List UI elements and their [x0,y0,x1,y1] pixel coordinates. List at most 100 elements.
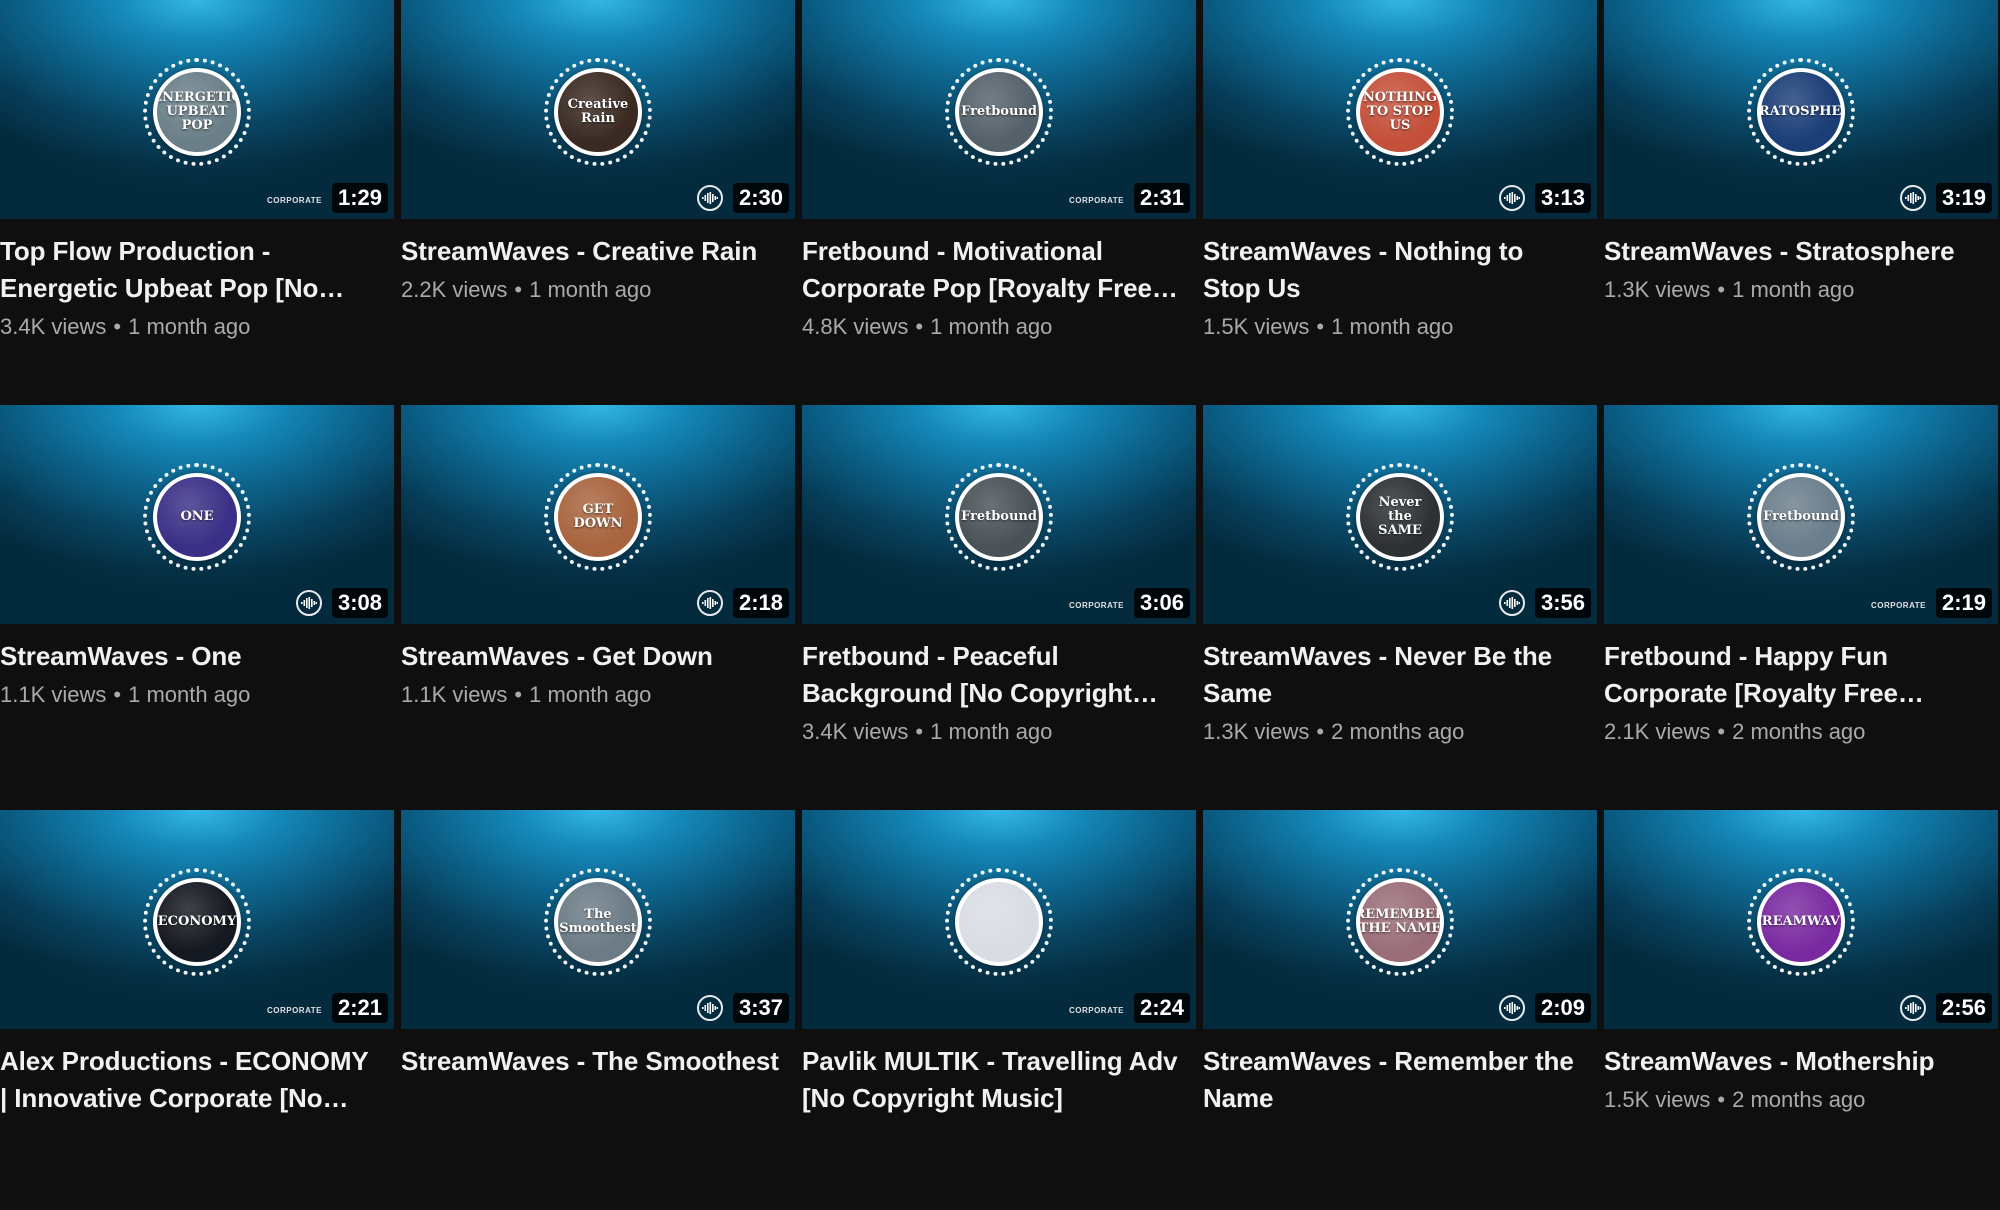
upload-age: 1 month ago [128,314,251,339]
duration-badge: 3:06 [1133,588,1190,618]
album-art-disc: The Smoothest [554,877,642,966]
video-thumbnail[interactable]: Fretbound CORPORATE 3:06 [802,405,1196,624]
upload-age: 1 month ago [529,682,652,707]
video-title[interactable]: Alex Productions - ECONOMY | Innovative … [0,1043,380,1117]
video-thumbnail[interactable]: Fretbound CORPORATE 2:19 [1604,405,1998,624]
video-card-10[interactable]: Fretbound CORPORATE 2:19 Fretbound - Hap… [1604,405,1998,805]
upload-age: 1 month ago [1331,314,1454,339]
video-metadata: 2.1K views • 2 months ago [1604,718,1998,746]
duration-badge: 2:31 [1133,183,1190,213]
video-title[interactable]: StreamWaves - Never Be the Same [1203,638,1583,712]
album-art-text: REMEMBER THE NAME [1356,906,1444,936]
duration-badge: 2:09 [1534,993,1591,1023]
video-title[interactable]: Fretbound - Happy Fun Corporate [Royalty… [1604,638,1984,712]
album-art-text: The Smoothest [559,906,637,936]
meta-separator: • [113,314,122,339]
duration-badge: 2:21 [331,993,388,1023]
streamwaves-logo-icon [697,185,723,211]
video-metadata: 1.5K views • 2 months ago [1604,1086,1998,1114]
video-thumbnail[interactable]: ONE 3:08 [0,405,394,624]
upload-age: 1 month ago [930,314,1053,339]
video-thumbnail[interactable]: NOTHING TO STOP US 3:13 [1203,0,1597,219]
streamwaves-logo-icon [1900,185,1926,211]
video-title[interactable]: StreamWaves - Mothership [1604,1043,1984,1080]
video-metadata: 4.8K views • 1 month ago [802,313,1196,341]
video-title[interactable]: Pavlik MULTIK - Travelling Adv [No Copyr… [802,1043,1182,1117]
video-card-1[interactable]: ENERGETIC UPBEAT POP CORPORATE 1:29 Top … [0,0,394,400]
channel-watermark: CORPORATE [266,196,322,205]
video-thumbnail[interactable]: Fretbound CORPORATE 2:31 [802,0,1196,219]
video-title[interactable]: StreamWaves - One [0,638,380,675]
meta-separator: • [1717,719,1726,744]
video-metadata: 2.2K views • 1 month ago [401,276,795,304]
video-card-9[interactable]: Never the SAME 3:56 StreamWaves - Never … [1203,405,1597,805]
video-title[interactable]: StreamWaves - Get Down [401,638,781,675]
video-card-2[interactable]: Creative Rain 2:30 StreamWaves - Creativ… [401,0,795,400]
video-metadata: 3.4K views • 1 month ago [802,718,1196,746]
video-card-12[interactable]: The Smoothest 3:37 StreamWaves - The Smo… [401,810,795,1210]
album-art-text: Fretbound [1763,508,1839,524]
streamwaves-logo-icon [697,995,723,1021]
album-art-text: ENERGETIC UPBEAT POP [153,89,241,133]
video-thumbnail[interactable]: STREAMWAVES 2:56 [1604,810,1998,1029]
view-count: 1.3K views [1604,277,1711,302]
album-art-text: ONE [180,508,214,524]
video-title[interactable]: StreamWaves - Stratosphere [1604,233,1984,270]
video-card-13[interactable]: CORPORATE 2:24 Pavlik MULTIK - Travellin… [802,810,1196,1210]
duration-badge: 2:18 [732,588,789,618]
video-card-4[interactable]: NOTHING TO STOP US 3:13 StreamWaves - No… [1203,0,1597,400]
video-metadata: 1.3K views • 2 months ago [1203,718,1597,746]
video-card-7[interactable]: GET DOWN 2:18 StreamWaves - Get Down 1.1… [401,405,795,805]
video-title[interactable]: StreamWaves - Remember the Name [1203,1043,1583,1117]
video-thumbnail[interactable]: CORPORATE 2:24 [802,810,1196,1029]
view-count: 2.1K views [1604,719,1711,744]
video-thumbnail[interactable]: GET DOWN 2:18 [401,405,795,624]
view-count: 4.8K views [802,314,909,339]
album-art-text: ECONOMY [157,913,237,929]
album-art-disc: ECONOMY [153,877,241,966]
video-thumbnail[interactable]: Creative Rain 2:30 [401,0,795,219]
meta-separator: • [113,682,122,707]
album-art-text: GET DOWN [573,501,623,531]
video-card-5[interactable]: STRATOSPHERE 3:19 StreamWaves - Stratosp… [1604,0,1998,400]
duration-badge: 2:30 [732,183,789,213]
video-card-11[interactable]: ECONOMY CORPORATE 2:21 Alex Productions … [0,810,394,1210]
video-thumbnail[interactable]: The Smoothest 3:37 [401,810,795,1029]
video-title[interactable]: Fretbound - Peaceful Background [No Copy… [802,638,1182,712]
duration-badge: 3:13 [1534,183,1591,213]
meta-separator: • [1717,277,1726,302]
video-title[interactable]: Fretbound - Motivational Corporate Pop [… [802,233,1182,307]
view-count: 3.4K views [0,314,107,339]
video-thumbnail[interactable]: REMEMBER THE NAME 2:09 [1203,810,1597,1029]
view-count: 1.1K views [0,682,107,707]
album-art-text: Creative Rain [567,96,629,126]
upload-age: 1 month ago [529,277,652,302]
video-card-14[interactable]: REMEMBER THE NAME 2:09 StreamWaves - Rem… [1203,810,1597,1210]
video-title[interactable]: StreamWaves - Nothing to Stop Us [1203,233,1583,307]
video-card-3[interactable]: Fretbound CORPORATE 2:31 Fretbound - Mot… [802,0,1196,400]
upload-age: 2 months ago [1331,719,1465,744]
streamwaves-logo-icon [1900,995,1926,1021]
video-title[interactable]: StreamWaves - The Smoothest [401,1043,781,1080]
duration-badge: 3:19 [1935,183,1992,213]
album-art-disc: STREAMWAVES [1757,877,1845,966]
album-art-disc: REMEMBER THE NAME [1356,877,1444,966]
video-card-15[interactable]: STREAMWAVES 2:56 StreamWaves - Mothershi… [1604,810,1998,1210]
album-art-disc: Fretbound [955,472,1043,561]
album-art-disc [955,877,1043,966]
meta-separator: • [514,277,523,302]
channel-watermark: CORPORATE [1870,601,1926,610]
video-metadata: 1.1K views • 1 month ago [0,681,394,709]
album-art-disc: Creative Rain [554,67,642,156]
video-title[interactable]: StreamWaves - Creative Rain [401,233,781,270]
duration-badge: 3:56 [1534,588,1591,618]
duration-badge: 2:56 [1935,993,1992,1023]
video-card-8[interactable]: Fretbound CORPORATE 3:06 Fretbound - Pea… [802,405,1196,805]
video-thumbnail[interactable]: STRATOSPHERE 3:19 [1604,0,1998,219]
video-thumbnail[interactable]: Never the SAME 3:56 [1203,405,1597,624]
duration-badge: 1:29 [331,183,388,213]
video-title[interactable]: Top Flow Production - Energetic Upbeat P… [0,233,380,307]
video-thumbnail[interactable]: ECONOMY CORPORATE 2:21 [0,810,394,1029]
video-card-6[interactable]: ONE 3:08 StreamWaves - One 1.1K views • 1 … [0,405,394,805]
video-thumbnail[interactable]: ENERGETIC UPBEAT POP CORPORATE 1:29 [0,0,394,219]
